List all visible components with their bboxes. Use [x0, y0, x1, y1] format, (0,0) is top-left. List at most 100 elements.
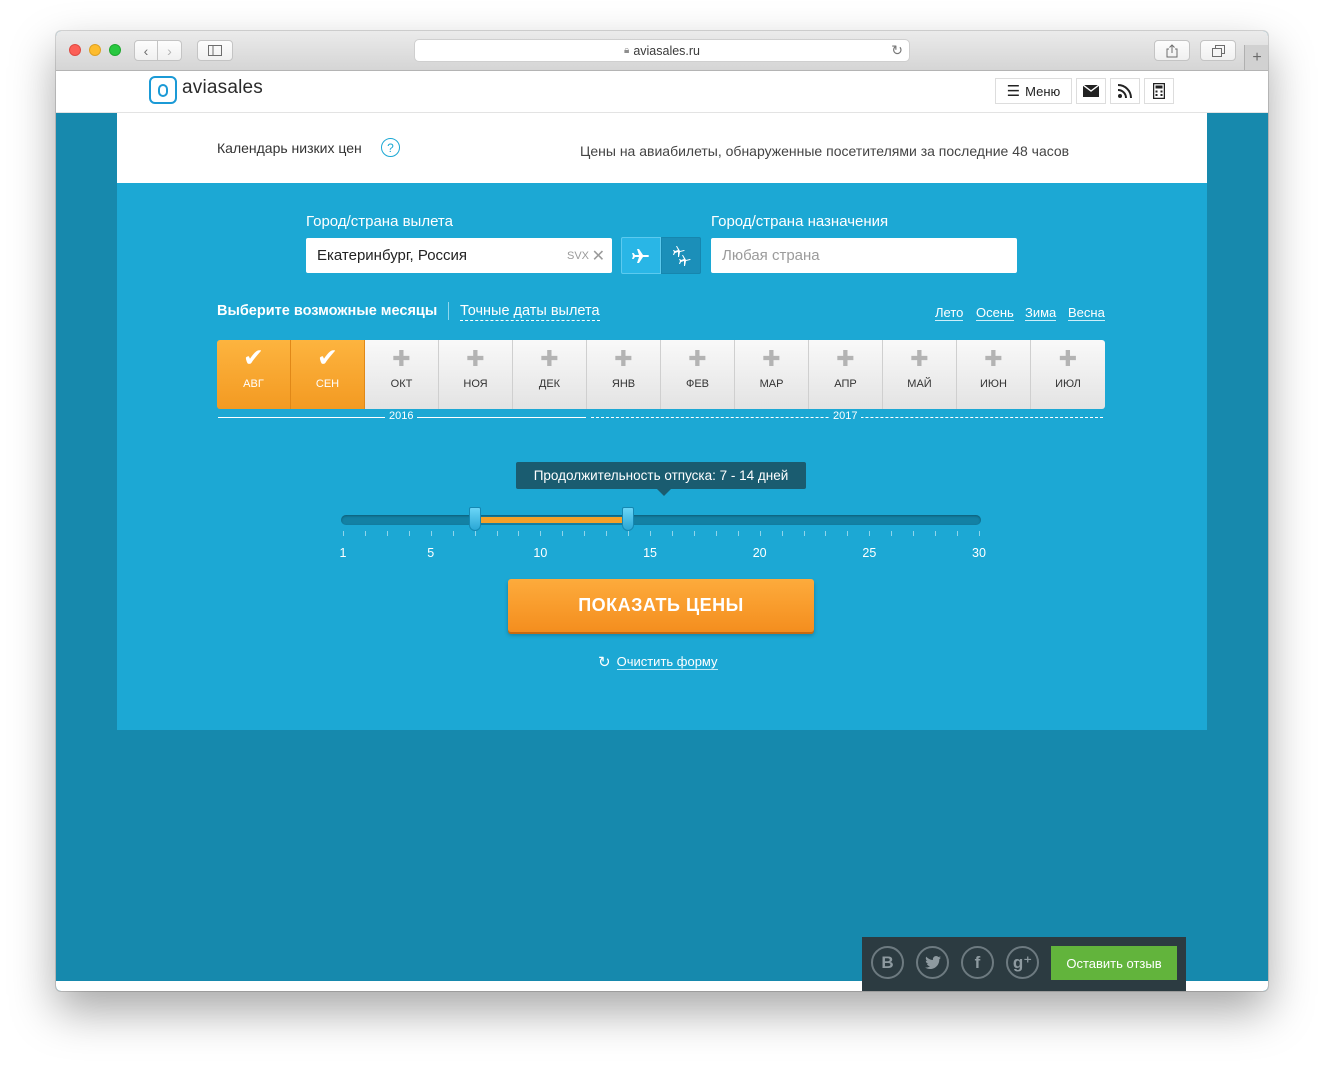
- share-icon: [1166, 43, 1178, 57]
- browser-toolbar: ‹ › 🔒︎ aviasales.ru ↻ +: [56, 31, 1268, 71]
- month-tile[interactable]: ✚ МАР: [735, 340, 809, 409]
- month-tile[interactable]: ✚ ДЕК: [513, 340, 587, 409]
- transfer-planes-icon: [673, 245, 691, 266]
- divider: [448, 302, 449, 320]
- slider-tick: [452, 531, 454, 536]
- new-tab-button[interactable]: +: [1244, 45, 1268, 70]
- slider-tick-label: 20: [752, 546, 767, 560]
- feedback-button[interactable]: Оставить отзыв: [1051, 946, 1177, 980]
- month-label: ИЮЛ: [1055, 378, 1081, 390]
- month-tile[interactable]: ✚ МАЙ: [883, 340, 957, 409]
- slider-tick: [715, 531, 717, 536]
- rss-icon: [1118, 84, 1132, 98]
- help-icon[interactable]: ?: [381, 138, 400, 157]
- chevron-right-icon: ›: [167, 42, 172, 59]
- google-plus-icon[interactable]: g⁺: [1006, 946, 1039, 979]
- share-button[interactable]: [1154, 40, 1190, 61]
- month-tile[interactable]: ✔ АВГ: [217, 340, 291, 409]
- month-tile[interactable]: ✚ ЯНВ: [587, 340, 661, 409]
- slider-tick-label: 10: [533, 546, 548, 560]
- menu-button[interactable]: ☰ Меню: [995, 78, 1072, 104]
- plus-icon: ✚: [392, 346, 411, 371]
- duration-min-handle[interactable]: [468, 507, 481, 531]
- season-link-spring[interactable]: Весна: [1068, 305, 1105, 321]
- address-bar[interactable]: 🔒︎ aviasales.ru ↻: [414, 39, 910, 62]
- minimize-window-button[interactable]: [89, 44, 101, 56]
- slider-tick-label: 1: [339, 546, 347, 560]
- slider-tick: [803, 531, 805, 536]
- exact-dates-link[interactable]: Точные даты вылета: [460, 303, 600, 321]
- reload-icon[interactable]: ↻: [891, 42, 903, 59]
- search-form-panel: Календарь низких цен ? Цены на авиабилет…: [117, 113, 1207, 730]
- menu-label: Меню: [1025, 83, 1061, 99]
- slider-tick: [781, 531, 783, 536]
- slider-tick: [496, 531, 498, 536]
- back-button[interactable]: ‹: [134, 40, 158, 61]
- mail-button[interactable]: [1076, 78, 1106, 104]
- month-tile[interactable]: ✚ НОЯ: [439, 340, 513, 409]
- destination-input[interactable]: [711, 238, 1017, 273]
- plus-icon: ✚: [1058, 346, 1078, 371]
- tabs-icon: [1211, 44, 1225, 57]
- calculator-button[interactable]: [1144, 78, 1174, 104]
- sidebar-toggle-button[interactable]: [197, 40, 233, 61]
- sidebar-icon: [208, 45, 222, 56]
- slider-tick: [825, 531, 827, 536]
- refresh-icon: ↻: [598, 654, 611, 671]
- tabs-overview-button[interactable]: [1200, 40, 1236, 61]
- social-bar: B f g⁺ Оставить отзыв: [862, 937, 1186, 991]
- plus-icon: ✚: [762, 346, 781, 371]
- slider-tick: [628, 531, 630, 536]
- check-icon: ✔: [243, 344, 264, 372]
- clear-origin-icon[interactable]: ✕: [592, 246, 605, 266]
- slider-tick: [650, 531, 652, 536]
- month-tile[interactable]: ✚ ОКТ: [365, 340, 439, 409]
- direct-flight-toggle[interactable]: [621, 237, 661, 274]
- months-selector: ✔ АВГ ✔ СЕН ✚ ОКТ ✚ НОЯ ✚ ДЕК ✚ ЯНВ ✚ ФЕВ ✚ МАР ✚ АПР ✚ МАЙ…: [217, 340, 1105, 409]
- slider-tick: [891, 531, 893, 536]
- zoom-window-button[interactable]: [109, 44, 121, 56]
- check-icon: ✔: [317, 344, 338, 372]
- show-prices-button[interactable]: ПОКАЗАТЬ ЦЕНЫ: [508, 579, 814, 632]
- logo-text[interactable]: aviasales: [182, 77, 263, 99]
- season-link-winter[interactable]: Зима: [1025, 305, 1057, 321]
- aviasales-logo-icon[interactable]: [149, 76, 177, 104]
- duration-max-handle[interactable]: [622, 507, 635, 531]
- slider-tick-label: 25: [862, 546, 877, 560]
- season-link-autumn[interactable]: Осень: [976, 305, 1014, 321]
- forward-button[interactable]: ›: [158, 40, 182, 61]
- month-tile[interactable]: ✔ СЕН: [291, 340, 365, 409]
- month-label: АПР: [834, 378, 857, 390]
- duration-tooltip: Продолжительность отпуска: 7 - 14 дней: [516, 462, 806, 489]
- duration-slider-track[interactable]: [341, 515, 981, 525]
- slider-tick: [869, 531, 871, 536]
- month-label: НОЯ: [463, 378, 488, 390]
- slider-tick: [847, 531, 849, 536]
- browser-window: ‹ › 🔒︎ aviasales.ru ↻ + aviasales ☰ Меню: [56, 31, 1268, 991]
- slider-tick: [386, 531, 388, 536]
- slider-tick: [474, 531, 476, 536]
- month-tile[interactable]: ✚ ИЮЛ: [1031, 340, 1105, 409]
- slider-tick: [913, 531, 915, 536]
- rss-button[interactable]: [1110, 78, 1140, 104]
- mail-icon: [1083, 85, 1099, 97]
- facebook-icon[interactable]: f: [961, 946, 994, 979]
- month-tile[interactable]: ✚ ИЮН: [957, 340, 1031, 409]
- year-label-2016: 2016: [385, 410, 418, 422]
- clear-form-link[interactable]: ↻ Очистить форму: [598, 653, 718, 671]
- transfer-flight-toggle[interactable]: [661, 237, 701, 274]
- origin-value: Екатеринбург, Россия: [317, 247, 468, 264]
- season-link-summer[interactable]: Лето: [935, 305, 964, 321]
- close-window-button[interactable]: [69, 44, 81, 56]
- month-label: ОКТ: [390, 378, 413, 390]
- month-tile[interactable]: ✚ АПР: [809, 340, 883, 409]
- month-label: АВГ: [243, 378, 264, 390]
- twitter-icon[interactable]: [916, 946, 949, 979]
- slider-tick-label: 5: [427, 546, 435, 560]
- origin-input[interactable]: Екатеринбург, Россия SVX ✕: [306, 238, 612, 273]
- duration-slider-range: [474, 517, 629, 523]
- site-header: aviasales ☰ Меню: [56, 71, 1268, 113]
- vk-icon[interactable]: B: [871, 946, 904, 979]
- month-tile[interactable]: ✚ ФЕВ: [661, 340, 735, 409]
- slider-tick: [935, 531, 937, 536]
